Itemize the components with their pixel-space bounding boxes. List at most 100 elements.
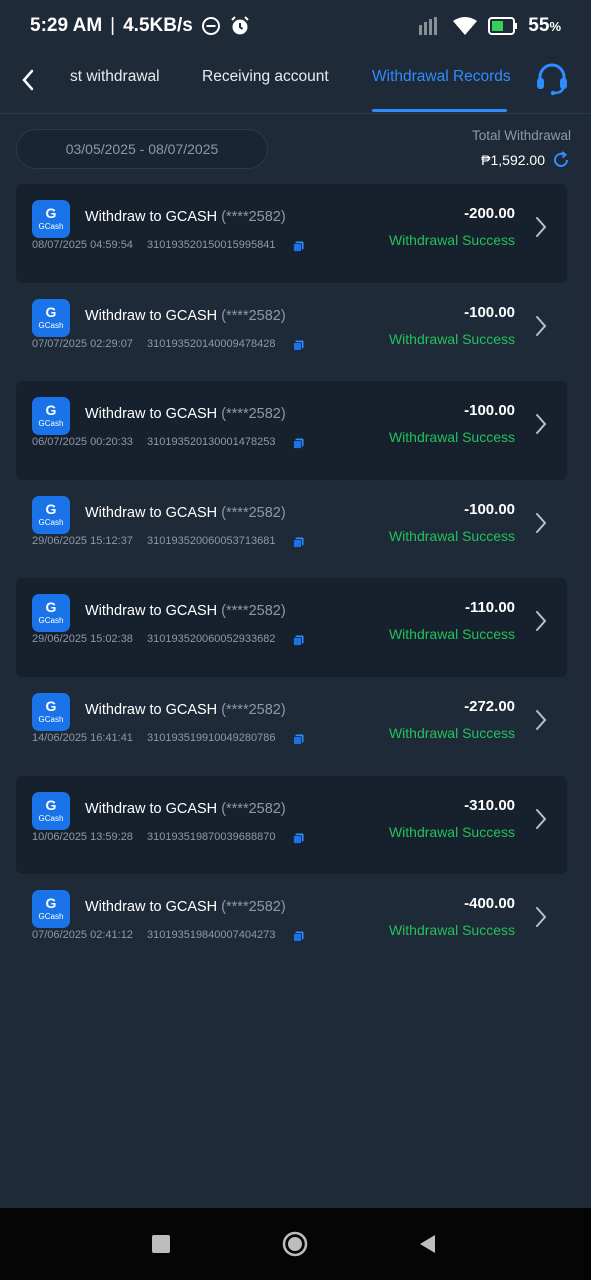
record-account: (****2582) (221, 800, 286, 817)
chevron-right-icon[interactable] (533, 609, 549, 633)
total-withdrawal-value: ₱1,592.00 (481, 152, 545, 168)
record-time: 08/07/2025 04:59:54 (32, 239, 133, 251)
record-status: Withdrawal Success (388, 823, 515, 840)
record-title: Withdraw to GCASH (****2582) (85, 801, 286, 817)
chevron-right-icon[interactable] (533, 314, 549, 338)
record-title: Withdraw to GCASH (****2582) (85, 505, 286, 521)
record-title-text: Withdraw to GCASH (85, 307, 218, 324)
record-title-text: Withdraw to GCASH (85, 899, 218, 916)
copy-icon[interactable] (293, 931, 304, 943)
support-button[interactable] (533, 60, 571, 98)
copy-icon[interactable] (293, 340, 304, 351)
alarm-icon (229, 15, 251, 37)
gcash-logo-text: GCash (38, 222, 64, 231)
record-amount: -272.00 (464, 697, 515, 715)
refresh-icon[interactable] (551, 150, 571, 170)
record-order-number: 310193520060053713681 (147, 534, 276, 547)
withdrawal-record[interactable]: G GCash Withdraw to GCASH (****2582) 10/… (16, 775, 567, 875)
copy-icon[interactable] (293, 635, 304, 647)
copy-icon[interactable] (293, 833, 304, 844)
record-amount: -400.00 (464, 895, 515, 913)
status-time: 5:29 AM (30, 15, 103, 36)
record-title: Withdraw to GCASH (****2582) (85, 603, 286, 619)
gcash-logo: G GCash (32, 298, 70, 337)
record-title-text: Withdraw to GCASH (85, 504, 218, 521)
signal-icon (418, 17, 442, 35)
record-order-number: 310193520140009478428 (147, 337, 276, 350)
date-range-picker[interactable]: 03/05/2025 - 08/07/2025 (16, 129, 268, 169)
status-bar: 5:29 AM | 4.5KB/s 55% (0, 0, 591, 52)
copy-icon[interactable] (293, 734, 304, 745)
gcash-logo-text: GCash (38, 517, 64, 527)
chevron-right-icon[interactable] (533, 807, 549, 831)
status-left: 5:29 AM | 4.5KB/s (30, 15, 251, 37)
gcash-logo-text: GCash (38, 616, 64, 626)
record-status: Withdrawal Success (388, 724, 515, 741)
chevron-right-icon[interactable] (533, 905, 549, 929)
gcash-logo-text: GCash (38, 320, 64, 330)
home-button[interactable] (282, 1231, 308, 1257)
record-title-text: Withdraw to GCASH (85, 800, 218, 817)
chevron-right-icon[interactable] (533, 708, 549, 732)
gcash-logo: G GCash (32, 397, 70, 436)
record-time: 10/06/2025 13:59:28 (32, 830, 133, 843)
record-amount: -110.00 (464, 599, 515, 617)
tab-receiving-account[interactable]: Receiving account (202, 66, 329, 92)
chevron-left-icon (22, 69, 34, 91)
withdrawal-record[interactable]: G GCash Withdraw to GCASH (****2582) 07/… (16, 283, 567, 382)
nav-back-button[interactable] (417, 1233, 437, 1255)
total-withdrawal-label: Total Withdrawal (471, 128, 571, 143)
gcash-logo-glyph: G (45, 697, 57, 714)
record-title-text: Withdraw to GCASH (85, 406, 218, 423)
gcash-logo: G GCash (32, 495, 70, 534)
chevron-right-icon[interactable] (533, 511, 549, 535)
withdrawal-record[interactable]: G GCash Withdraw to GCASH (****2582) 07/… (16, 874, 567, 973)
record-status: Withdrawal Success (388, 626, 515, 643)
gcash-logo: G GCash (32, 594, 70, 633)
record-time: 07/07/2025 02:29:07 (32, 337, 133, 350)
withdrawal-record[interactable]: G GCash Withdraw to GCASH (****2582) 08/… (16, 184, 567, 283)
record-time: 07/06/2025 02:41:12 (32, 929, 133, 942)
record-amount: -100.00 (464, 500, 515, 518)
record-account: (****2582) (221, 307, 286, 324)
copy-icon[interactable] (293, 537, 304, 548)
withdrawal-record[interactable]: G GCash Withdraw to GCASH (****2582) 06/… (16, 381, 567, 480)
copy-icon[interactable] (293, 438, 304, 450)
system-nav-bar (0, 1208, 591, 1280)
tab-withdrawal[interactable]: st withdrawal (70, 66, 160, 92)
record-time: 29/06/2025 15:02:38 (32, 633, 133, 646)
record-order-number: 310193520060052933682 (147, 633, 276, 646)
gcash-logo-glyph: G (45, 303, 57, 320)
gcash-logo-glyph: G (45, 796, 57, 813)
record-status: Withdrawal Success (388, 429, 515, 446)
withdrawal-records-list: G GCash Withdraw to GCASH (****2582) 08/… (16, 184, 567, 973)
chevron-right-icon[interactable] (533, 412, 549, 436)
record-title: Withdraw to GCASH (****2582) (85, 308, 286, 324)
chevron-right-icon[interactable] (533, 215, 549, 239)
tab-header: st withdrawal Receiving account Withdraw… (0, 52, 591, 114)
recents-button[interactable] (152, 1235, 170, 1253)
active-tab-indicator (372, 109, 507, 112)
gcash-logo-text: GCash (38, 912, 64, 922)
record-account: (****2582) (221, 406, 286, 423)
record-title: Withdraw to GCASH (****2582) (85, 702, 286, 718)
withdrawal-record[interactable]: G GCash Withdraw to GCASH (****2582) 29/… (16, 480, 567, 579)
copy-icon[interactable] (293, 241, 304, 252)
record-status: Withdrawal Success (388, 330, 515, 347)
record-amount: -100.00 (464, 402, 515, 420)
record-account: (****2582) (221, 504, 286, 521)
record-amount: -200.00 (464, 205, 515, 222)
record-status: Withdrawal Success (388, 527, 515, 544)
gcash-logo: G GCash (32, 692, 70, 731)
battery-icon (488, 17, 518, 35)
record-title-text: Withdraw to GCASH (85, 701, 218, 718)
record-account: (****2582) (221, 899, 286, 916)
withdrawal-record[interactable]: G GCash Withdraw to GCASH (****2582) 29/… (16, 578, 567, 677)
withdrawal-record[interactable]: G GCash Withdraw to GCASH (****2582) 14/… (16, 677, 567, 776)
total-withdrawal: ₱1,592.00 (481, 150, 571, 170)
record-order-number: 310193519870039688870 (147, 830, 276, 843)
record-status: Withdrawal Success (388, 232, 515, 248)
back-button[interactable] (12, 64, 44, 96)
tab-withdrawal-records[interactable]: Withdrawal Records (372, 66, 511, 92)
record-time: 29/06/2025 15:12:37 (32, 534, 133, 547)
